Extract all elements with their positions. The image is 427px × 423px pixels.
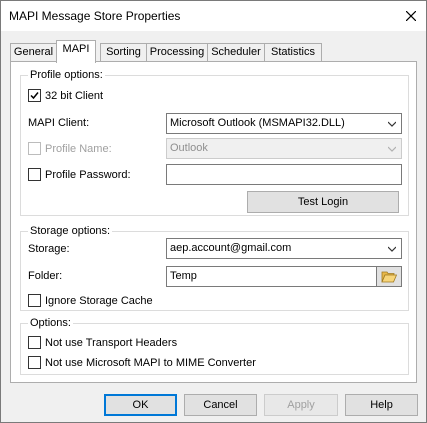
options-group: Options: Not use Transport Headers Not u…: [20, 316, 409, 375]
profile-name-value: Outlook: [170, 142, 208, 154]
title-bar: MAPI Message Store Properties: [1, 1, 426, 31]
tab-general[interactable]: General: [10, 43, 57, 61]
tab-scheduler[interactable]: Scheduler: [207, 43, 265, 61]
dialog-window: MAPI Message Store Properties General MA…: [0, 0, 427, 423]
mapi-client-value: Microsoft Outlook (MSMAPI32.DLL): [170, 117, 345, 129]
tab-sorting[interactable]: Sorting: [100, 43, 147, 61]
profile-password-input[interactable]: [166, 164, 402, 185]
mapi-client-label: MAPI Client:: [28, 117, 90, 129]
ok-button[interactable]: OK: [104, 394, 177, 416]
chevron-down-icon: [388, 246, 396, 252]
close-icon: [406, 11, 416, 21]
no-mime-converter-checkbox[interactable]: [28, 356, 41, 369]
storage-value: aep.account@gmail.com: [170, 242, 292, 254]
chevron-down-icon: [388, 146, 396, 152]
32bit-client-checkbox[interactable]: [28, 89, 41, 102]
browse-folder-button[interactable]: [376, 266, 402, 287]
storage-options-group: Storage options: Storage: aep.account@gm…: [20, 224, 409, 311]
window-title: MAPI Message Store Properties: [9, 9, 181, 23]
ignore-storage-cache-label: Ignore Storage Cache: [45, 295, 153, 307]
storage-select[interactable]: aep.account@gmail.com: [166, 238, 402, 259]
checkmark-icon: [30, 92, 39, 100]
storage-options-label: Storage options:: [28, 224, 113, 238]
options-label: Options:: [28, 316, 73, 330]
tab-panel-mapi: Profile options: 32 bit Client MAPI Clie…: [10, 61, 417, 383]
test-login-button[interactable]: Test Login: [247, 191, 399, 213]
ignore-storage-cache-checkbox[interactable]: [28, 294, 41, 307]
mapi-client-select[interactable]: Microsoft Outlook (MSMAPI32.DLL): [166, 113, 402, 134]
profile-name-label: Profile Name:: [45, 143, 112, 155]
no-mime-converter-label: Not use Microsoft MAPI to MIME Converter: [45, 357, 256, 369]
folder-value: Temp: [170, 270, 197, 282]
chevron-down-icon: [388, 121, 396, 127]
profile-password-checkbox[interactable]: [28, 168, 41, 181]
profile-password-label: Profile Password:: [45, 169, 131, 181]
folder-input[interactable]: Temp: [166, 266, 377, 287]
apply-button[interactable]: Apply: [264, 394, 338, 416]
tab-mapi[interactable]: MAPI: [56, 40, 96, 63]
cancel-button[interactable]: Cancel: [184, 394, 257, 416]
profile-options-group: Profile options: 32 bit Client MAPI Clie…: [20, 68, 409, 216]
help-button[interactable]: Help: [345, 394, 418, 416]
no-transport-headers-label: Not use Transport Headers: [45, 337, 178, 349]
storage-label: Storage:: [28, 243, 70, 255]
tab-processing[interactable]: Processing: [146, 43, 208, 61]
folder-label: Folder:: [28, 270, 63, 282]
close-button[interactable]: [396, 1, 426, 31]
profile-name-checkbox[interactable]: [28, 142, 41, 155]
profile-options-label: Profile options:: [28, 68, 105, 82]
no-transport-headers-checkbox[interactable]: [28, 336, 41, 349]
32bit-client-label: 32 bit Client: [45, 90, 104, 102]
tab-statistics[interactable]: Statistics: [264, 43, 322, 61]
profile-name-select[interactable]: Outlook: [166, 138, 402, 159]
folder-open-icon: [381, 271, 397, 283]
